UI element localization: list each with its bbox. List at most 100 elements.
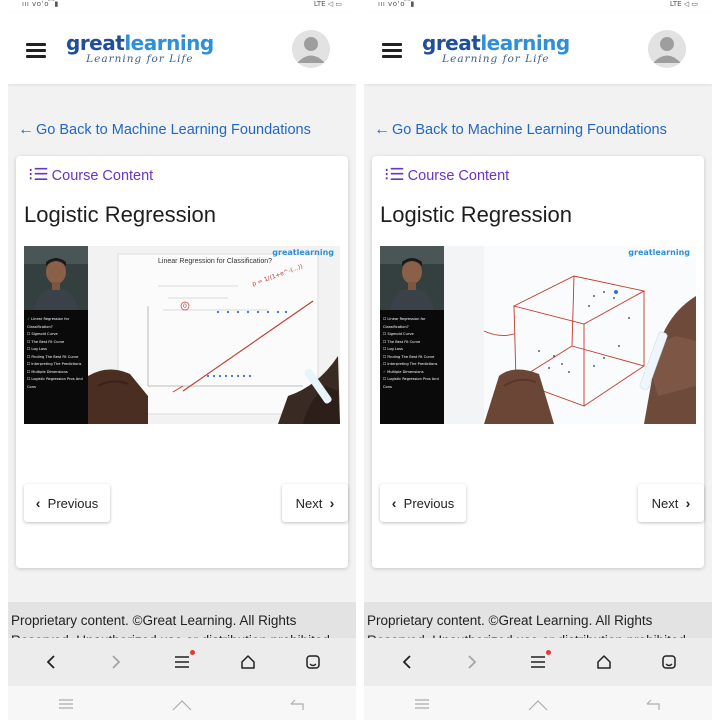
system-home-icon[interactable] [167,696,197,712]
chevron-right-icon [112,655,121,669]
page-footer: Proprietary content. ©Great Learning. Al… [364,602,712,640]
next-button[interactable]: Next › [282,484,348,522]
video-brand-logo: greatlearning [272,248,334,257]
course-content-button[interactable]: ⁝☰ Course Content [28,165,153,185]
chapter-item: ☐ Logistic Regression Pros And Cons [27,377,83,389]
status-network-battery: LTE ◁ ▭ [669,0,698,8]
lesson-card: ⁝☰ Course Content Logistic Regression ☐ L… [372,156,704,568]
chapter-item: ✓ Multiple Dimensions [383,369,424,374]
browser-home-button[interactable] [231,647,265,677]
hamburger-menu-icon[interactable] [26,43,46,58]
logo-word-great: great [66,31,125,55]
browser-tabs-button[interactable] [652,647,686,677]
status-signal: ııı voʻo ͡ ▮ [22,0,59,8]
chapter-item: ☐ The Best Fit Curve [27,339,65,344]
greatlearning-logo[interactable]: greatlearning Learning for Life [66,32,214,65]
chapter-item: ☐ Interpreting The Predictions [383,362,438,366]
course-content-label: Course Content [51,168,154,184]
recent-apps-icon[interactable] [51,696,81,712]
lesson-card: ⁝☰ Course Content Logistic Regression ✓ L… [16,156,348,568]
app-header: greatlearning Learning for Life [364,12,712,84]
video-sidebar: ✓ Linear Regression for Classification? … [24,246,88,424]
presenter-thumbnail [24,246,88,310]
hamburger-menu-icon[interactable] [382,43,402,58]
video-player[interactable]: ☐ Linear Regression for Classification? … [380,246,696,424]
system-navigation-bar [364,686,712,720]
notification-dot [545,650,551,655]
status-signal: ııı voʻo ͡ ▮ [378,0,415,8]
user-avatar-icon[interactable] [648,30,686,68]
lesson-title: Logistic Regression [24,202,216,227]
video-brand-logo: greatlearning [628,248,690,257]
chevron-right-icon: › [685,495,691,511]
chapter-item: ☐ Finding The Best Fit Curve [27,354,79,359]
chapter-item: ☐ Sigmoid Curve [383,332,414,336]
logo-word-learning: learning [480,31,570,55]
system-home-icon[interactable] [523,696,553,712]
browser-forward-button[interactable] [455,647,489,677]
chapter-item: ☐ Linear Regression for Classification? [383,317,426,329]
status-bar: ııı voʻo ͡ ▮ LTE ◁ ▭ [8,0,356,12]
screenshot-pair: ııı voʻo ͡ ▮ LTE ◁ ▭ greatlearning Learn… [0,0,720,720]
chevron-right-icon: › [329,495,335,511]
home-icon [240,655,255,669]
list-icon: ⁝☰ [384,165,405,184]
user-avatar-icon[interactable] [292,30,330,68]
whiteboard-frame: p = 1/(1+e^-(...)) 0 greatlearning Linea… [88,246,340,424]
chapter-item: ☐ Logistic Regression Pros And Cons [383,377,439,389]
browser-menu-button[interactable] [521,647,555,677]
browser-home-button[interactable] [587,647,621,677]
tabs-icon [306,655,320,669]
phone-screen-right: ııı voʻo ͡ ▮ LTE ◁ ▭ greatlearning Learn… [364,0,712,720]
chevron-left-icon: ‹ [391,495,397,511]
chapter-item: ☐ Sigmoid Curve [27,332,58,336]
app-header: greatlearning Learning for Life [8,12,356,84]
video-chapter-list: ✓ Linear Regression for Classification? … [27,316,88,391]
arrow-left-icon: ← [374,121,390,138]
notification-dot [189,650,195,655]
svg-text:0: 0 [183,303,187,310]
status-bar: ııı voʻo ͡ ▮ LTE ◁ ▭ [364,0,712,12]
logo-word-learning: learning [124,31,214,55]
chevron-left-icon [402,655,411,669]
system-back-icon[interactable] [283,696,313,712]
back-link-label: Go Back to Machine Learning Foundations [392,122,667,138]
system-back-icon[interactable] [639,696,669,712]
browser-toolbar [8,638,356,686]
chapter-item: ☐ Log Loss [27,347,47,351]
browser-back-button[interactable] [34,647,68,677]
browser-menu-button[interactable] [165,647,199,677]
back-to-course-link[interactable]: ← Go Back to Machine Learning Foundations [374,121,667,139]
chapter-item: ☐ Log Loss [383,347,403,351]
next-button[interactable]: Next › [638,484,704,522]
course-content-button[interactable]: ⁝☰ Course Content [384,165,509,185]
logo-tagline: Learning for Life [86,53,194,65]
browser-toolbar [364,638,712,686]
arrow-left-icon: ← [18,121,34,138]
phone-screen-left: ııı voʻo ͡ ▮ LTE ◁ ▭ greatlearning Learn… [8,0,356,720]
chevron-left-icon: ‹ [35,495,41,511]
previous-button[interactable]: ‹ Previous [380,484,466,522]
browser-back-button[interactable] [390,647,424,677]
back-to-course-link[interactable]: ← Go Back to Machine Learning Foundations [18,121,311,139]
video-slide-title: Linear Regression for Classification? [158,258,272,265]
footer-copyright: Proprietary content. ©Great Learning. Al… [11,613,334,640]
lesson-title: Logistic Regression [380,202,572,227]
greatlearning-logo[interactable]: greatlearning Learning for Life [422,32,570,65]
video-player[interactable]: ✓ Linear Regression for Classification? … [24,246,340,424]
chapter-item: ☐ Interpreting The Predictions [27,362,82,366]
menu-lines-icon [174,656,189,668]
logo-tagline: Learning for Life [442,53,550,65]
browser-forward-button[interactable] [99,647,133,677]
previous-button[interactable]: ‹ Previous [24,484,110,522]
tabs-icon [662,655,676,669]
system-navigation-bar [8,686,356,720]
browser-tabs-button[interactable] [296,647,330,677]
chapter-item: ☐ The Best Fit Curve [383,339,421,344]
back-link-label: Go Back to Machine Learning Foundations [36,122,311,138]
recent-apps-icon[interactable] [407,696,437,712]
next-label: Next [295,495,323,511]
course-content-label: Course Content [407,168,510,184]
page-footer: Proprietary content. ©Great Learning. Al… [8,602,356,640]
next-label: Next [651,495,679,511]
